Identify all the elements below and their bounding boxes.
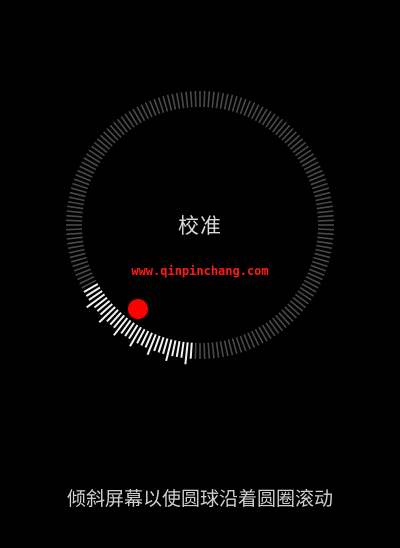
ring-tick xyxy=(189,91,193,108)
ring-tick xyxy=(215,341,220,358)
ring-tick xyxy=(316,240,333,245)
ring-tick xyxy=(287,134,301,147)
ring-tick xyxy=(194,342,197,359)
ring-tick-lit xyxy=(184,342,189,365)
ring-tick xyxy=(268,319,280,334)
ring-tick xyxy=(287,303,301,316)
ring-tick xyxy=(166,94,173,111)
ring-tick xyxy=(294,293,309,305)
ring-tick xyxy=(70,256,87,263)
ring-tick xyxy=(185,91,189,108)
ring-tick xyxy=(284,306,297,319)
ring-tick xyxy=(207,342,211,359)
ring-tick xyxy=(203,91,206,108)
ring-tick xyxy=(268,116,280,131)
ring-tick xyxy=(316,205,333,210)
ring-tick xyxy=(227,94,234,111)
ring-tick xyxy=(70,187,87,194)
ring-tick xyxy=(314,252,331,259)
ring-tick xyxy=(207,91,211,108)
ring-tick xyxy=(292,141,307,153)
ring-tick xyxy=(67,244,84,250)
ring-tick-lit xyxy=(106,309,119,323)
ring-tick xyxy=(194,91,197,108)
ring-tick xyxy=(120,116,132,131)
ring-tick-lit xyxy=(189,342,193,359)
ring-tick-lit xyxy=(146,334,157,356)
ring-tick xyxy=(292,297,307,309)
ring-tick xyxy=(116,118,128,133)
ring-tick xyxy=(289,300,304,312)
ring-tick-lit xyxy=(96,300,111,312)
ring-tick xyxy=(219,341,225,358)
ring-tick xyxy=(315,248,332,254)
ring-tick xyxy=(315,196,332,202)
ring-tick xyxy=(281,309,294,322)
ring-tick xyxy=(284,131,297,144)
ring-tick xyxy=(223,93,229,110)
ring-tick xyxy=(96,138,111,150)
ring-tick xyxy=(68,196,85,202)
ring-tick xyxy=(311,182,328,190)
ring-tick xyxy=(69,252,86,259)
ring-tick xyxy=(272,118,284,133)
ring-tick xyxy=(69,191,86,198)
ring-tick xyxy=(203,342,206,359)
ring-tick xyxy=(93,141,108,153)
watermark-text: www.qinpinchang.com xyxy=(131,264,269,278)
ring-tick xyxy=(316,244,333,250)
ring-tick-lit xyxy=(171,340,177,357)
calibration-screen: 校准 www.qinpinchang.com 倾斜屏幕以使圆球沿着圆圈滚动 xyxy=(0,0,400,548)
ring-tick xyxy=(272,317,284,332)
ring-tick-lit xyxy=(180,341,185,358)
ring-tick xyxy=(219,92,225,109)
ring-tick-lit xyxy=(109,312,122,326)
ring-tick xyxy=(109,124,122,138)
ring-tick-lit xyxy=(175,341,181,358)
ring-tick xyxy=(289,138,304,150)
ring-tick xyxy=(99,134,113,147)
ring-tick xyxy=(281,128,294,141)
ring-tick-lit xyxy=(162,338,169,355)
ring-tick xyxy=(313,187,330,194)
rolling-ball xyxy=(128,299,148,319)
ring-tick xyxy=(278,312,291,326)
ring-tick xyxy=(235,336,243,353)
ring-tick xyxy=(211,91,215,108)
ring-tick xyxy=(227,339,234,356)
ring-tick xyxy=(113,121,125,136)
ring-tick xyxy=(157,97,165,114)
ring-tick xyxy=(67,205,84,210)
ring-tick xyxy=(275,121,287,136)
ring-tick xyxy=(215,92,220,109)
ring-tick xyxy=(180,92,185,109)
ring-tick xyxy=(103,131,116,144)
ring-tick xyxy=(294,145,309,157)
ring-tick xyxy=(175,92,181,109)
calibration-title: 校准 xyxy=(178,214,222,238)
ring-tick xyxy=(91,145,106,157)
ring-tick xyxy=(278,124,291,138)
ring-tick-lit xyxy=(99,303,113,316)
ring-tick xyxy=(72,182,89,190)
ring-tick xyxy=(162,95,169,112)
ring-tick xyxy=(231,338,238,355)
ring-tick xyxy=(67,200,84,206)
ring-tick xyxy=(211,342,215,359)
ring-tick xyxy=(275,314,287,329)
ring-tick xyxy=(235,97,243,114)
ring-tick xyxy=(313,256,330,263)
ring-tick-lit xyxy=(113,314,125,329)
ring-tick xyxy=(171,93,177,110)
ring-tick xyxy=(68,248,85,254)
ring-tick xyxy=(67,240,84,245)
ring-tick xyxy=(223,340,229,357)
ring-tick xyxy=(231,95,238,112)
ring-tick xyxy=(314,191,331,198)
instruction-text: 倾斜屏幕以使圆球沿着圆圈滚动 xyxy=(66,488,333,510)
ring-tick xyxy=(316,200,333,206)
ring-tick xyxy=(106,128,119,141)
